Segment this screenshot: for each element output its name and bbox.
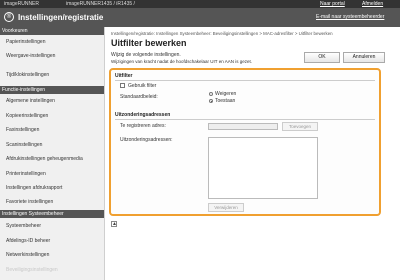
sidebar-item-security-settings[interactable]: Beveiligingsinstellingen: [0, 267, 104, 273]
remove-address-button[interactable]: Verwijderen: [208, 203, 244, 212]
sidebar-section-function-settings: Functie-instellingen: [0, 86, 104, 94]
sidebar-item-memory-media-print-settings[interactable]: Afdrukinstellingen geheugenmedia: [0, 156, 104, 162]
mail-admin-link[interactable]: E-mail naar systeembeheerder: [316, 14, 384, 21]
sidebar-item-time-clock-settings[interactable]: Tijd/klokinstellingen: [0, 72, 104, 78]
sidebar-item-printer-settings[interactable]: Printerinstellingen: [0, 171, 104, 177]
sidebar-item-paper-settings[interactable]: Papierinstellingen: [0, 39, 104, 45]
top-bar: imageRUNNER imageRUNNER1435 / iR1435 / N…: [0, 0, 400, 8]
settings-logo-icon: ®: [4, 12, 14, 22]
sidebar-item-scan-settings[interactable]: Scaninstellingen: [0, 142, 104, 148]
outbound-filter-section-title: Uitfilter: [115, 73, 133, 79]
sidebar-item-favorite-settings[interactable]: Favoriete instellingen: [0, 199, 104, 205]
breadcrumb: Instellingen/registratie: Instellingen S…: [111, 31, 333, 36]
add-address-button[interactable]: Toevoegen: [282, 122, 318, 131]
device-name: imageRUNNER1435 / iR1435 /: [66, 1, 135, 7]
header: ® Instellingen/registratie E-mail naar s…: [0, 8, 400, 27]
portal-link[interactable]: Naar portal: [320, 0, 345, 8]
sidebar-item-display-settings[interactable]: Weergave-instellingen: [0, 53, 104, 59]
use-filter-label: Gebruik filter: [128, 83, 157, 89]
exception-addresses-label: Uitzonderingsadressen:: [120, 137, 173, 143]
filter-settings-panel: Uitfilter Gebruik filter Standaardbeleid…: [109, 68, 381, 216]
sidebar-item-report-settings[interactable]: Instellingen afdrukrapport: [0, 185, 104, 191]
scroll-to-top-icon[interactable]: ▲: [111, 221, 117, 227]
reject-radio-label: Weigeren: [215, 91, 237, 97]
register-address-input[interactable]: [208, 123, 278, 130]
sidebar-item-network-settings[interactable]: Netwerkinstellingen: [0, 252, 104, 258]
sidebar-item-copy-settings[interactable]: Kopieerinstellingen: [0, 113, 104, 119]
sidebar-section-system-management: Instellingen Systeembeheer: [0, 210, 104, 218]
register-address-label: Te registreren adres:: [120, 123, 166, 129]
header-title: Instellingen/registratie: [18, 13, 104, 22]
page-title: Uitfilter bewerken: [111, 38, 187, 48]
sidebar-item-common-settings[interactable]: Algemene instellingen: [0, 98, 104, 104]
ok-button[interactable]: OK: [304, 52, 340, 63]
reject-radio[interactable]: [209, 92, 213, 96]
section-divider: [115, 119, 375, 120]
sidebar-item-fax-settings[interactable]: Faxinstellingen: [0, 127, 104, 133]
sidebar-item-department-id[interactable]: Afdelings-ID beheer: [0, 238, 104, 244]
sidebar-item-system-management[interactable]: Systeembeheer: [0, 223, 104, 229]
logout-link[interactable]: Afmelden: [362, 0, 383, 8]
restart-notice: Wijzigingen van kracht nadat de hoofdsch…: [111, 59, 252, 64]
product-name: imageRUNNER: [4, 1, 40, 7]
section-divider: [115, 80, 375, 81]
allow-radio-label: Toestaan: [215, 98, 236, 104]
exception-section-title: Uitzonderingsadressen: [115, 112, 171, 118]
page-description: Wijzig de volgende instellingen.: [111, 52, 181, 58]
sidebar: Voorkeuren Papierinstellingen Weergave-i…: [0, 27, 105, 280]
default-policy-label: Standaardbeleid:: [120, 94, 158, 100]
exception-address-list[interactable]: [208, 137, 318, 199]
cancel-button[interactable]: Annuleren: [343, 52, 385, 63]
sidebar-section-preferences: Voorkeuren: [0, 27, 104, 35]
allow-radio[interactable]: [209, 99, 213, 103]
use-filter-checkbox[interactable]: [120, 83, 125, 88]
